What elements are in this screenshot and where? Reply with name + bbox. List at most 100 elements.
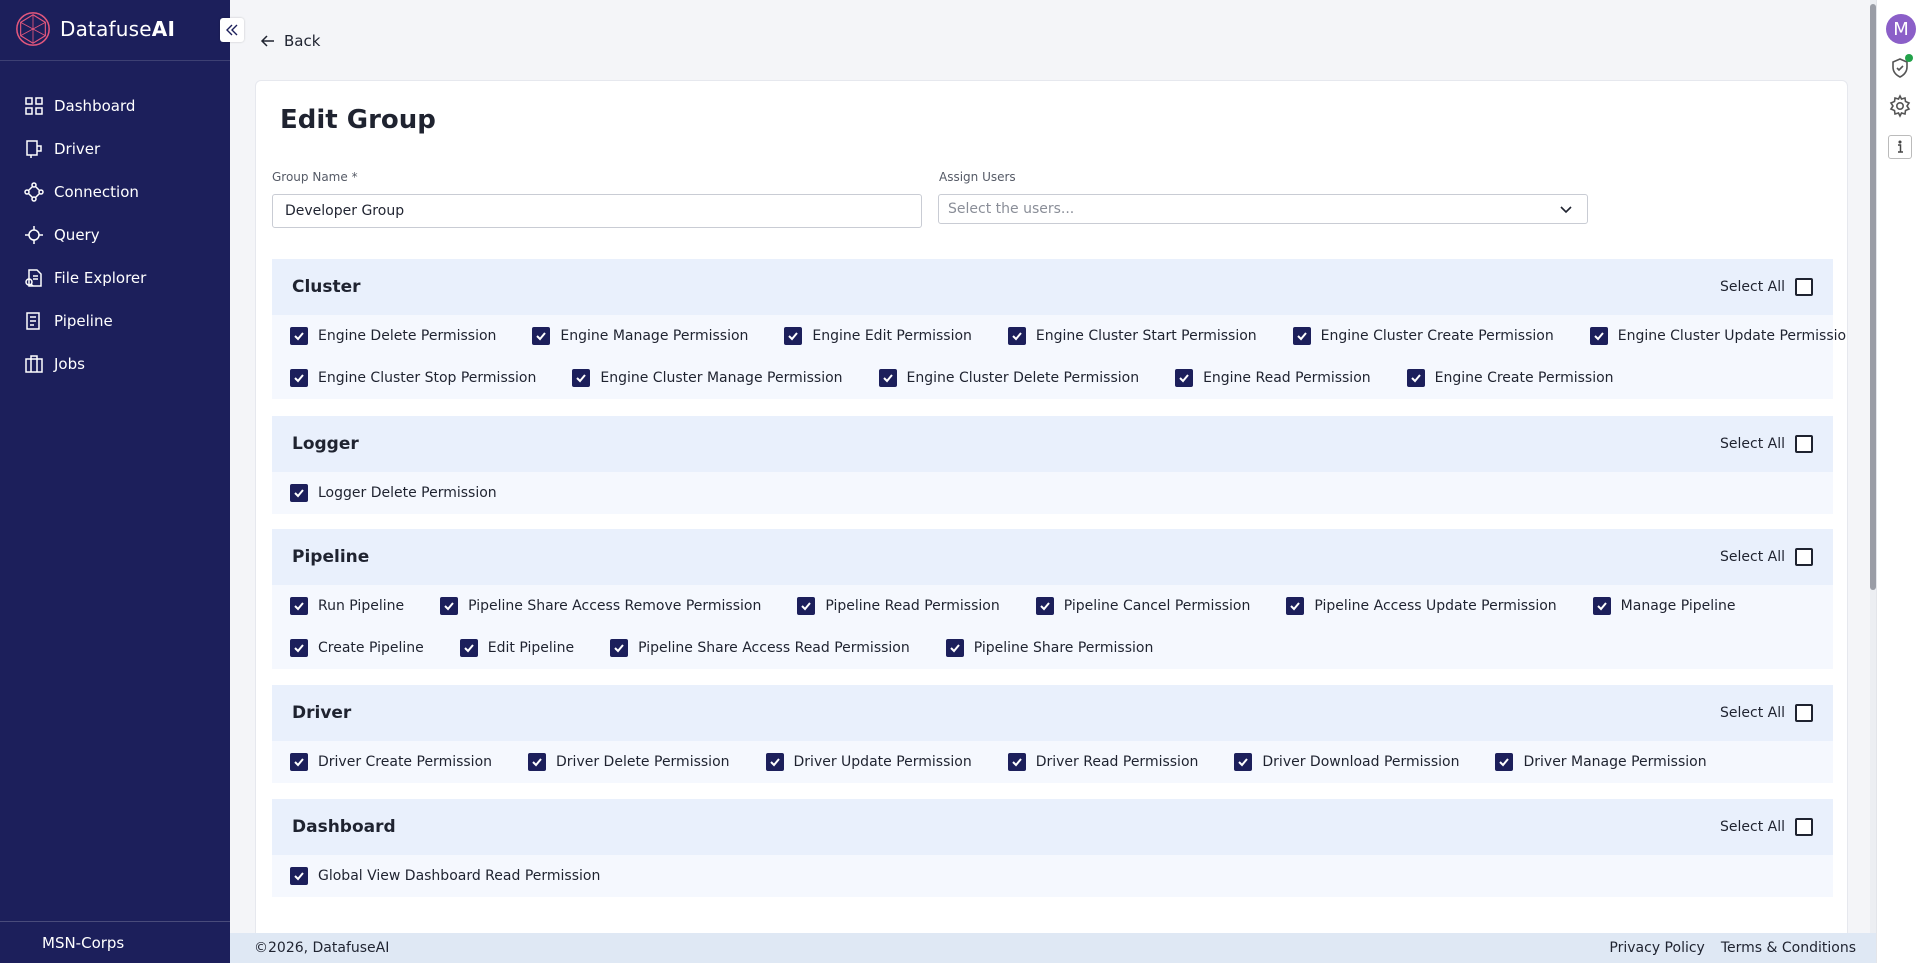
- checkbox-checked-icon[interactable]: [290, 639, 308, 657]
- checkbox-checked-icon[interactable]: [784, 327, 803, 345]
- permission-checkbox[interactable]: Engine Manage Permission: [532, 327, 748, 345]
- checkbox-unchecked-icon[interactable]: [1795, 435, 1813, 453]
- permission-checkbox[interactable]: Logger Delete Permission: [290, 484, 497, 502]
- copyright: ©2026, DatafuseAI: [254, 940, 390, 956]
- info-button[interactable]: [1888, 135, 1912, 159]
- brand-logo[interactable]: DatafuseAI: [14, 11, 175, 47]
- collapse-sidebar-button[interactable]: [220, 18, 244, 42]
- checkbox-checked-icon[interactable]: [1007, 753, 1026, 771]
- checkbox-checked-icon[interactable]: [532, 327, 551, 345]
- permission-checkbox[interactable]: Driver Delete Permission: [528, 753, 730, 771]
- permission-checkbox[interactable]: Create Pipeline: [290, 639, 424, 657]
- logo-mark-icon: [16, 12, 50, 46]
- checkbox-unchecked-icon[interactable]: [1795, 548, 1813, 566]
- permission-checkbox[interactable]: Engine Read Permission: [1175, 369, 1371, 387]
- permission-checkbox[interactable]: Engine Cluster Delete Permission: [878, 369, 1139, 387]
- checkbox-checked-icon[interactable]: [290, 369, 308, 387]
- checkbox-checked-icon[interactable]: [290, 484, 308, 502]
- permission-checkbox[interactable]: Pipeline Access Update Permission: [1286, 597, 1557, 615]
- permission-checkbox[interactable]: Driver Download Permission: [1234, 753, 1459, 771]
- checkbox-checked-icon[interactable]: [765, 753, 784, 771]
- right-rail: M: [1876, 0, 1918, 963]
- permission-checkbox[interactable]: Pipeline Cancel Permission: [1035, 597, 1250, 615]
- permission-checkbox[interactable]: Engine Cluster Create Permission: [1292, 327, 1554, 345]
- checkbox-checked-icon[interactable]: [1286, 597, 1305, 615]
- group-name-input[interactable]: Developer Group: [272, 194, 922, 228]
- avatar[interactable]: M: [1886, 14, 1916, 44]
- sidebar-item-driver[interactable]: Driver: [0, 127, 230, 170]
- checkbox-checked-icon[interactable]: [440, 597, 459, 615]
- permission-checkbox[interactable]: Driver Update Permission: [765, 753, 972, 771]
- select-all-checkbox[interactable]: Select All: [1720, 548, 1813, 566]
- select-all-checkbox[interactable]: Select All: [1720, 278, 1813, 296]
- permission-row: Engine Cluster Stop Permission Engine Clu…: [272, 357, 1833, 399]
- checkbox-checked-icon[interactable]: [610, 639, 629, 657]
- checkbox-checked-icon[interactable]: [459, 639, 478, 657]
- permission-label: Engine Cluster Update Permission: [1617, 328, 1848, 344]
- checkbox-checked-icon[interactable]: [1035, 597, 1054, 615]
- checkbox-checked-icon[interactable]: [1495, 753, 1514, 771]
- checkbox-checked-icon[interactable]: [290, 867, 308, 885]
- checkbox-checked-icon[interactable]: [878, 369, 897, 387]
- checkbox-checked-icon[interactable]: [1234, 753, 1253, 771]
- permission-checkbox[interactable]: Engine Edit Permission: [784, 327, 972, 345]
- permission-checkbox[interactable]: Manage Pipeline: [1592, 597, 1736, 615]
- checkbox-checked-icon[interactable]: [290, 753, 308, 771]
- org-name[interactable]: MSN-Corps: [0, 921, 230, 963]
- sidebar-item-file-explorer[interactable]: File Explorer: [0, 256, 230, 299]
- permission-checkbox[interactable]: Run Pipeline: [290, 597, 404, 615]
- permission-checkbox[interactable]: Engine Cluster Stop Permission: [290, 369, 536, 387]
- checkbox-checked-icon[interactable]: [1007, 327, 1026, 345]
- permission-row: Global View Dashboard Read Permission: [272, 855, 1833, 897]
- permission-checkbox[interactable]: Engine Cluster Start Permission: [1007, 327, 1257, 345]
- permission-checkbox[interactable]: Engine Cluster Update Permission: [1589, 327, 1848, 345]
- permission-checkbox[interactable]: Engine Delete Permission: [290, 327, 496, 345]
- permission-section-logger: Logger Select All Logger Delete Permission: [272, 416, 1833, 514]
- checkbox-unchecked-icon[interactable]: [1795, 704, 1813, 722]
- checkbox-checked-icon[interactable]: [1292, 327, 1311, 345]
- checkbox-checked-icon[interactable]: [797, 597, 816, 615]
- group-name-label: Group Name *: [272, 170, 358, 184]
- terms-link[interactable]: Terms & Conditions: [1721, 940, 1856, 956]
- checkbox-checked-icon[interactable]: [1406, 369, 1425, 387]
- permission-checkbox[interactable]: Edit Pipeline: [459, 639, 574, 657]
- permission-checkbox[interactable]: Engine Create Permission: [1406, 369, 1614, 387]
- double-chevron-left-icon: [226, 24, 238, 36]
- checkbox-checked-icon[interactable]: [1589, 327, 1608, 345]
- checkbox-checked-icon[interactable]: [945, 639, 964, 657]
- sidebar-item-dashboard[interactable]: Dashboard: [0, 84, 230, 127]
- sidebar-item-jobs[interactable]: Jobs: [0, 342, 230, 385]
- checkbox-checked-icon[interactable]: [572, 369, 591, 387]
- permission-checkbox[interactable]: Driver Read Permission: [1007, 753, 1198, 771]
- permission-checkbox[interactable]: Driver Manage Permission: [1495, 753, 1707, 771]
- select-all-checkbox[interactable]: Select All: [1720, 704, 1813, 722]
- checkbox-checked-icon[interactable]: [1592, 597, 1611, 615]
- permission-checkbox[interactable]: Engine Cluster Manage Permission: [572, 369, 843, 387]
- sidebar-item-label: Connection: [54, 182, 139, 201]
- checkbox-checked-icon[interactable]: [290, 597, 308, 615]
- sidebar-item-query[interactable]: Query: [0, 213, 230, 256]
- permission-row: Create Pipeline Edit Pipeline Pipeline Sha…: [272, 627, 1833, 669]
- sidebar-item-pipeline[interactable]: Pipeline: [0, 299, 230, 342]
- checkbox-checked-icon[interactable]: [290, 327, 308, 345]
- permission-checkbox[interactable]: Pipeline Read Permission: [797, 597, 1000, 615]
- sidebar-item-connection[interactable]: Connection: [0, 170, 230, 213]
- assign-users-select[interactable]: Select the users...: [938, 194, 1588, 224]
- privacy-policy-link[interactable]: Privacy Policy: [1609, 940, 1704, 956]
- checkbox-checked-icon[interactable]: [528, 753, 547, 771]
- permission-checkbox[interactable]: Driver Create Permission: [290, 753, 492, 771]
- back-button[interactable]: Back: [260, 32, 320, 50]
- permission-checkbox[interactable]: Pipeline Share Access Remove Permission: [440, 597, 761, 615]
- query-icon: [25, 225, 43, 244]
- select-all-checkbox[interactable]: Select All: [1720, 818, 1813, 836]
- permission-checkbox[interactable]: Pipeline Share Access Read Permission: [610, 639, 910, 657]
- permission-checkbox[interactable]: Pipeline Share Permission: [945, 639, 1153, 657]
- checkbox-checked-icon[interactable]: [1175, 369, 1194, 387]
- permission-checkbox[interactable]: Global View Dashboard Read Permission: [290, 867, 600, 885]
- checkbox-unchecked-icon[interactable]: [1795, 278, 1813, 296]
- checkbox-unchecked-icon[interactable]: [1795, 818, 1813, 836]
- gear-icon[interactable]: [1888, 94, 1912, 118]
- select-all-checkbox[interactable]: Select All: [1720, 435, 1813, 453]
- assign-users-placeholder: Select the users...: [948, 201, 1075, 217]
- permission-label: Driver Download Permission: [1262, 754, 1460, 770]
